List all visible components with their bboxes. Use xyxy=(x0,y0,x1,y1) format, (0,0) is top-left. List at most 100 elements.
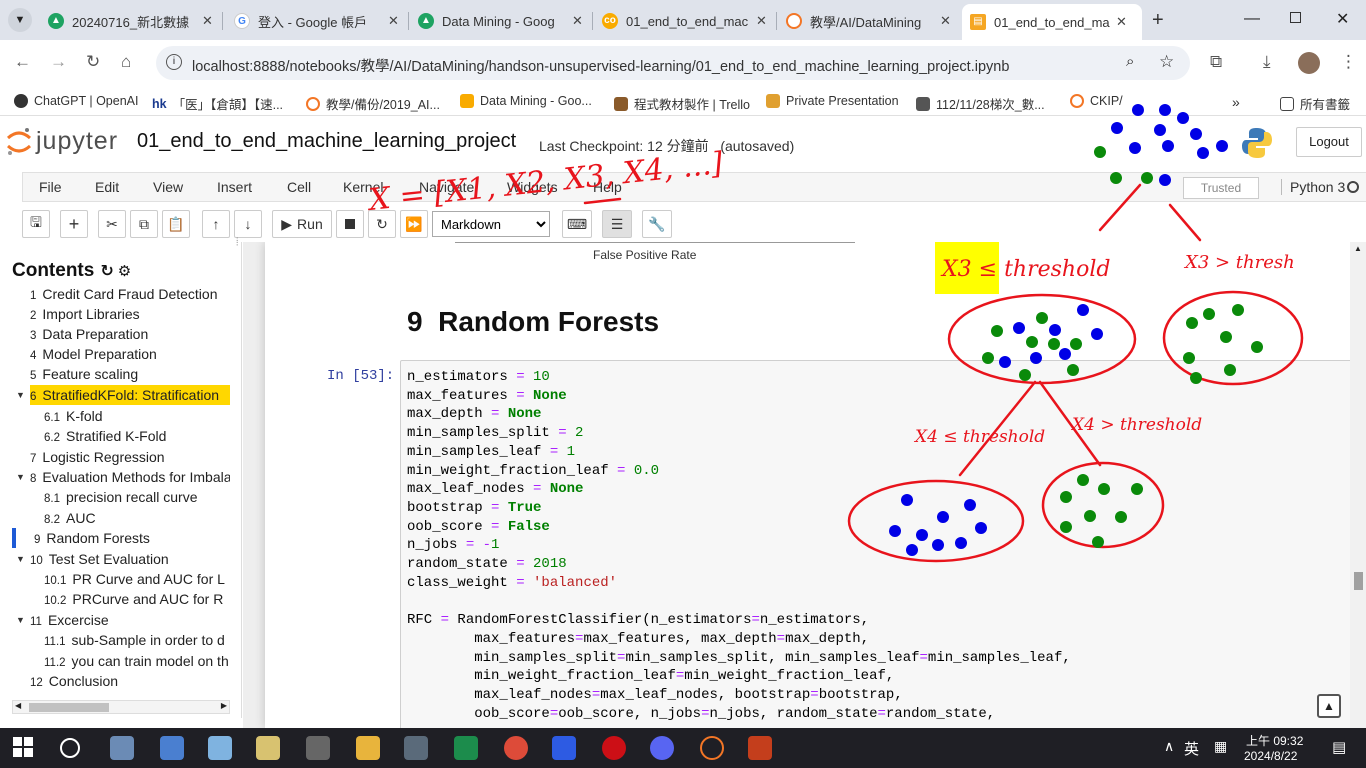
bookmark-hk[interactable]: hk 「医」【倉頡】【速... xyxy=(152,94,283,113)
browser-tab-3[interactable]: ▲ Data Mining - Goog ✕ xyxy=(410,6,591,36)
bookmark-presentation[interactable]: Private Presentation xyxy=(766,94,899,108)
bookmark-star-icon[interactable]: ☆ xyxy=(1159,52,1174,72)
forward-arrow-icon[interactable]: → xyxy=(50,52,67,72)
toc-item[interactable]: 11.1 sub-Sample in order to d xyxy=(44,630,230,650)
menu-help[interactable]: Help xyxy=(593,179,622,195)
taskbar-app-4-icon[interactable] xyxy=(256,736,280,760)
browser-tab-1[interactable]: ▲ 20240716_新北數據 ✕ xyxy=(40,6,221,36)
taskbar-camera-icon[interactable] xyxy=(306,736,330,760)
nbextensions-button[interactable]: 🔧 xyxy=(642,210,672,238)
notification-icon[interactable]: ▤ xyxy=(1332,738,1346,756)
powerpoint-icon[interactable] xyxy=(748,736,772,760)
zoom-icon[interactable]: ⌕ xyxy=(1126,53,1134,70)
insert-cell-button[interactable]: + xyxy=(60,210,88,238)
notebook-vertical-scrollbar[interactable]: ▲ xyxy=(1350,242,1366,728)
back-arrow-icon[interactable]: ← xyxy=(14,52,31,72)
toc-item[interactable]: 8.1 precision recall curve xyxy=(44,487,230,507)
file-explorer-icon[interactable] xyxy=(356,736,380,760)
code-cell[interactable]: n_estimators = 10 max_features = None ma… xyxy=(400,360,1350,728)
toc-item[interactable]: 6.2 Stratified K-Fold xyxy=(44,426,230,446)
restart-button[interactable]: ↻ xyxy=(368,210,396,238)
collapse-triangle-icon[interactable]: ▼ xyxy=(16,554,25,564)
scroll-right-icon[interactable]: ▶ xyxy=(221,701,227,710)
paste-button[interactable]: 📋 xyxy=(162,210,190,238)
cell-type-select[interactable]: Markdown xyxy=(432,211,550,237)
toc-item[interactable]: 3 Data Preparation xyxy=(30,324,230,344)
collapse-triangle-icon[interactable]: ▼ xyxy=(16,472,25,482)
close-tab-icon[interactable]: ✕ xyxy=(572,13,583,29)
toc-item[interactable]: 6.1 K-fold xyxy=(44,406,230,426)
bookmark-ckip[interactable]: CKIP/ xyxy=(1070,94,1123,108)
close-tab-icon[interactable]: ✕ xyxy=(388,13,399,29)
toc-item[interactable]: 11 Excercise xyxy=(30,610,230,630)
home-icon[interactable]: ⌂ xyxy=(121,52,131,72)
toc-item[interactable]: 8 Evaluation Methods for Imbala xyxy=(30,467,230,487)
webex-icon[interactable] xyxy=(552,736,576,760)
download-icon[interactable]: ⤓ xyxy=(1263,52,1271,72)
toc-item[interactable]: 4 Model Preparation xyxy=(30,344,230,364)
menu-file[interactable]: File xyxy=(39,179,62,195)
browser-tab-6-active[interactable]: ▤ 01_end_to_end_mac ✕ xyxy=(962,4,1142,40)
close-tab-icon[interactable]: ✕ xyxy=(202,13,213,29)
menu-view[interactable]: View xyxy=(153,179,183,195)
notebook-name[interactable]: 01_end_to_end_machine_learning_project xyxy=(137,130,516,153)
toc-item[interactable]: 10.2 PRCurve and AUC for R xyxy=(44,589,230,609)
copy-button[interactable]: ⧉ xyxy=(130,210,158,238)
bookmark-trello[interactable]: 程式教材製作 | Trello xyxy=(614,94,750,113)
back-to-top-button[interactable]: ▲ xyxy=(1317,694,1341,718)
browser-tab-4[interactable]: co 01_end_to_end_mac ✕ xyxy=(594,6,775,36)
move-down-button[interactable]: ↓ xyxy=(234,210,262,238)
browser-tab-2[interactable]: G 登入 - Google 帳戶 ✕ xyxy=(226,6,407,36)
classroom-icon[interactable] xyxy=(454,736,478,760)
toc-item[interactable]: 12 Conclusion xyxy=(30,671,230,691)
tab-search-button[interactable]: ▼ xyxy=(8,8,32,32)
toc-item[interactable]: 2 Import Libraries xyxy=(30,304,230,324)
taskbar-camera-2-icon[interactable] xyxy=(404,736,428,760)
jupyter-taskbar-icon[interactable] xyxy=(700,736,724,760)
new-tab-plus-icon[interactable]: + xyxy=(1152,9,1164,32)
reload-icon[interactable]: ↻ xyxy=(86,52,100,72)
taskbar-app-1-icon[interactable] xyxy=(110,736,134,760)
toc-scroll-thumb[interactable] xyxy=(29,703,109,712)
toc-item[interactable]: 8.2 AUC xyxy=(44,508,230,528)
toc-item[interactable]: 11.2 you can train model on th xyxy=(44,651,230,671)
extensions-icon[interactable]: ⧉ xyxy=(1210,52,1222,72)
minimize-icon[interactable]: — xyxy=(1244,10,1260,28)
opera-icon[interactable] xyxy=(602,736,626,760)
menu-insert[interactable]: Insert xyxy=(217,179,252,195)
toc-item[interactable]: 10.1 PR Curve and AUC for L xyxy=(44,569,230,589)
bookmark-jupyter[interactable]: 教學/備份/2019_AI... xyxy=(306,94,440,113)
bookmark-course[interactable]: 112/11/28梯次_數... xyxy=(916,94,1045,113)
menu-navigate[interactable]: Navigate xyxy=(419,179,474,195)
toc-horizontal-scrollbar[interactable]: ◀ ▶ xyxy=(12,700,230,714)
run-button[interactable]: ▶ Run xyxy=(272,210,332,238)
toc-item[interactable]: 1 Credit Card Fraud Detection xyxy=(30,284,230,304)
menu-kernel[interactable]: Kernel xyxy=(343,179,383,195)
scroll-up-icon[interactable]: ▲ xyxy=(1354,244,1362,253)
menu-cell[interactable]: Cell xyxy=(287,179,311,195)
bookmark-colab[interactable]: Data Mining - Goo... xyxy=(460,94,592,108)
all-bookmarks[interactable]: 所有書籤 xyxy=(1280,94,1350,113)
menu-widgets[interactable]: Widgets xyxy=(507,179,558,195)
code-editor[interactable]: n_estimators = 10 max_features = None ma… xyxy=(407,368,1071,723)
toc-item[interactable]: 5 Feature scaling xyxy=(30,364,230,384)
site-info-icon[interactable]: i xyxy=(166,54,182,70)
close-window-icon[interactable]: ✕ xyxy=(1336,9,1349,29)
collapse-triangle-icon[interactable]: ▼ xyxy=(16,615,25,625)
bookmark-chatgpt[interactable]: ChatGPT | OpenAI xyxy=(14,94,138,108)
toc-item[interactable]: 6 StratifiedKFold: Stratification xyxy=(30,385,230,405)
interrupt-button[interactable] xyxy=(336,210,364,238)
notebook-scroll-thumb[interactable] xyxy=(1354,572,1363,590)
cut-button[interactable]: ✂ xyxy=(98,210,126,238)
discord-icon[interactable] xyxy=(650,736,674,760)
jupyter-logo[interactable]: jupyter xyxy=(6,126,118,156)
url-text[interactable]: localhost:8888/notebooks/教學/AI/DataMinin… xyxy=(192,55,1009,76)
browser-tab-5[interactable]: 教學/AI/DataMining ✕ xyxy=(778,6,959,36)
toc-toggle-button[interactable]: ☰ xyxy=(602,210,632,238)
toc-item[interactable]: 7 Logistic Regression xyxy=(30,447,230,467)
chrome-menu-icon[interactable]: ⋮ xyxy=(1340,52,1357,72)
toc-item[interactable]: 9 Random Forests xyxy=(34,528,230,548)
section-heading[interactable]: 9 Random Forests xyxy=(407,306,659,338)
refresh-icon[interactable]: ↻ xyxy=(100,261,113,281)
close-tab-icon[interactable]: ✕ xyxy=(1116,14,1127,30)
